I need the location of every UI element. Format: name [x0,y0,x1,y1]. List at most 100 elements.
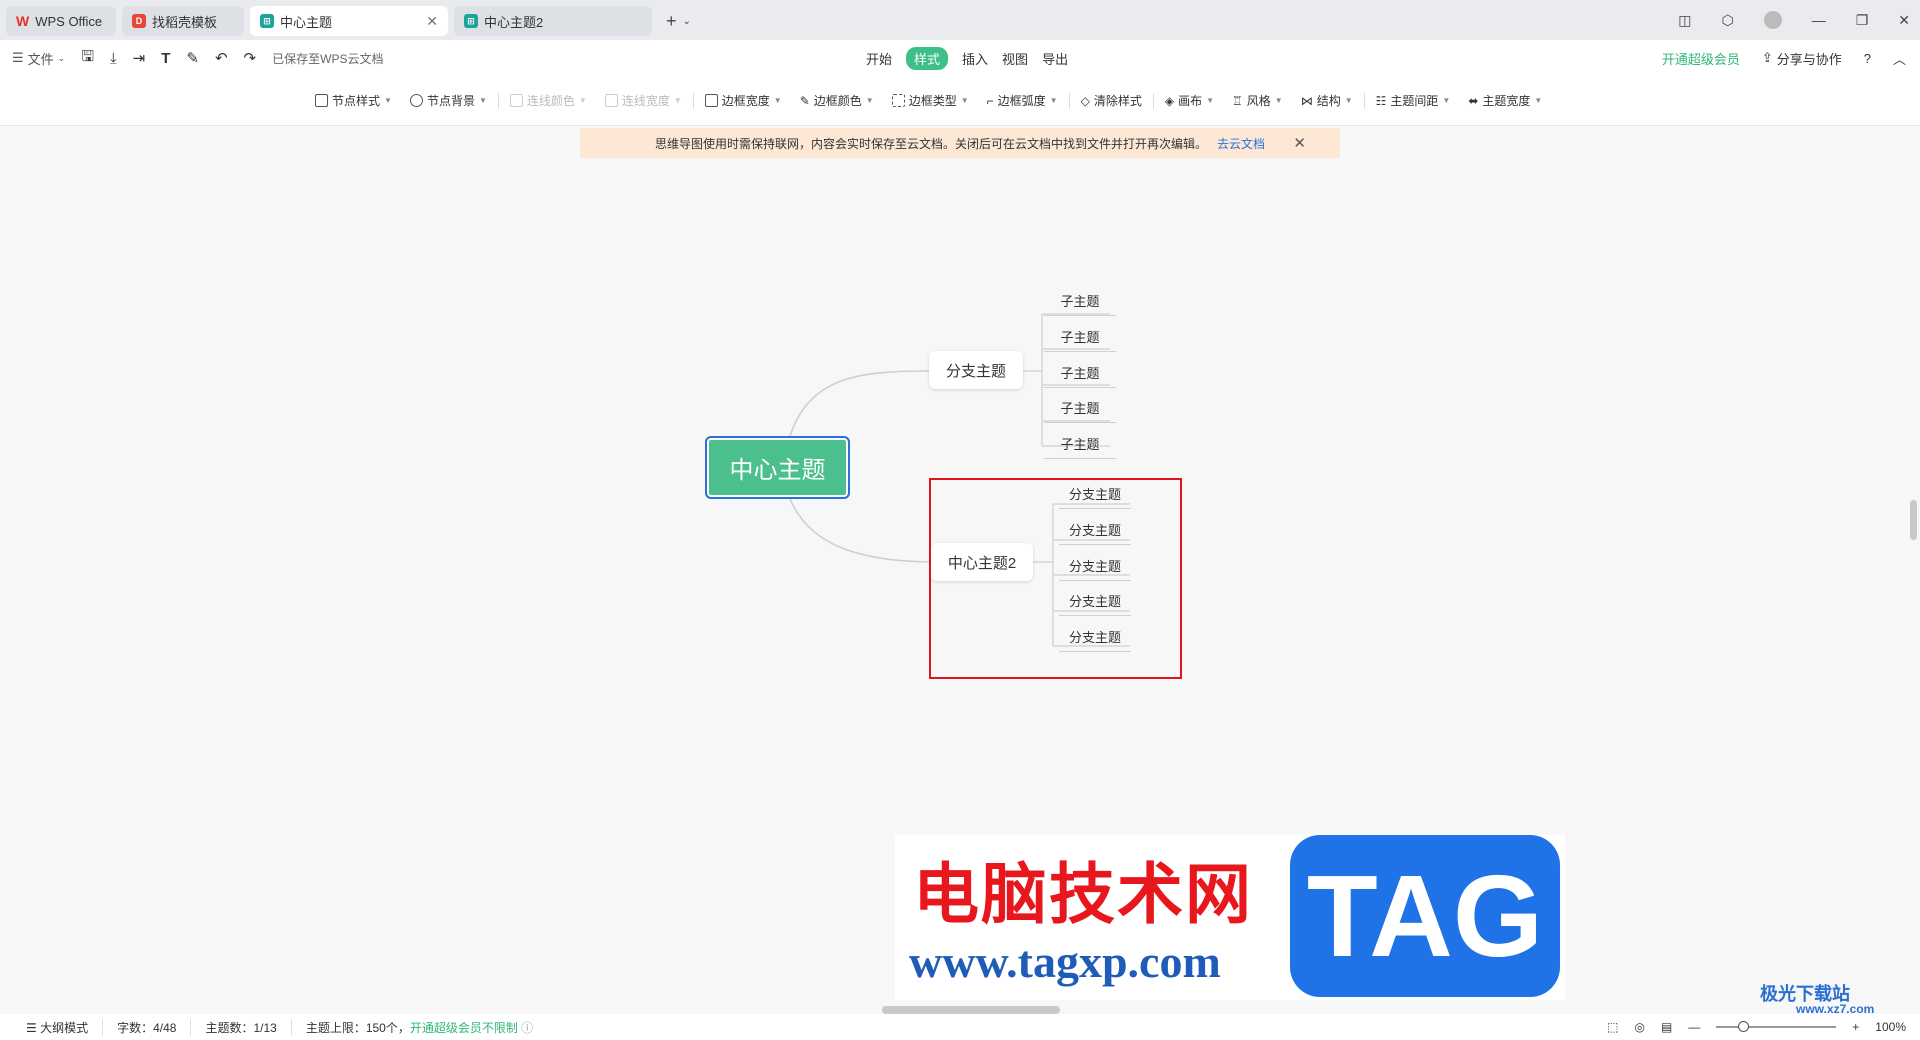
node-style-dropdown[interactable]: 节点样式 ▼ [306,92,401,109]
chevron-down-icon: ⌄ [57,52,66,63]
zoom-slider-knob[interactable] [1738,1021,1750,1032]
zoom-in-icon[interactable]: + [1852,1020,1859,1034]
topic-spacing-label: 主题间距 [1390,94,1439,108]
layout-icon[interactable]: ◫ [1678,12,1691,29]
locate-icon[interactable]: ◎ [1634,1020,1644,1034]
minimize-icon[interactable]: — [1812,12,1826,28]
status-bar: ☰ 大纲模式 字数：4/48 主题数：1/13 主题上限：150个，开通超级会员… [0,1014,1920,1040]
topic-spacing-dropdown[interactable]: ☷ 主题间距 ▼ [1367,92,1460,109]
close-window-icon[interactable]: ✕ [1898,12,1910,29]
tab-view[interactable]: 视图 [1002,49,1028,68]
close-icon[interactable]: ✕ [426,13,438,30]
border-width-icon [704,94,718,107]
share-button[interactable]: ⇪ 分享与协作 [1762,49,1842,68]
new-tab-button[interactable]: + ⌄ [666,6,691,36]
vertical-scrollbar[interactable] [1910,500,1917,540]
zoom-slider[interactable] [1716,1021,1837,1032]
border-width-dropdown[interactable]: 边框宽度 ▼ [696,92,791,109]
tab-docer-templates[interactable]: D 找稻壳模板 [122,6,244,36]
cube-icon[interactable]: ⬡ [1721,12,1733,29]
share-label: 分享与协作 [1776,51,1842,67]
tab-start[interactable]: 开始 [866,49,892,68]
caret-icon: ▼ [673,96,682,105]
structure-dropdown[interactable]: ⋈ 结构 ▼ [1292,92,1362,109]
line-color-dropdown[interactable]: 连线颜色 ▼ [501,92,596,109]
format-painter-icon[interactable]: T [161,50,170,67]
node-style-icon [315,94,328,107]
export-icon[interactable]: ⇥ [133,49,146,67]
select-icon[interactable]: ⬚ [1607,1020,1618,1034]
branch-topic-node[interactable]: 分支主题 [929,351,1023,389]
undo-icon[interactable]: ↶ [215,49,228,67]
line-width-dropdown[interactable]: 连线宽度 ▼ [596,92,691,109]
node-background-dropdown[interactable]: 节点背景 ▼ [401,92,496,109]
theme-style-dropdown[interactable]: ♖ 风格 ▼ [1223,92,1292,109]
subtopic-node[interactable]: 子主题 [1044,434,1116,459]
tab-central-topic-2[interactable]: ⊞ 中心主题2 [454,6,652,36]
canvas-dropdown[interactable]: ◈ 画布 ▼ [1156,92,1223,109]
tab-central-topic[interactable]: ⊞ 中心主题 ✕ [250,6,448,36]
notice-text: 思维导图使用时需保持联网，内容会实时保存至云文档。关闭后可在云文档中找到文件并打… [654,136,1207,151]
clear-style-button[interactable]: ◇ 清除样式 [1072,92,1151,109]
topic-width-dropdown[interactable]: ⬌ 主题宽度 ▼ [1459,92,1551,109]
tab-label: WPS Office [35,13,103,29]
watermark-logo: 电脑技术网 www.tagxp.com TAG [895,835,1565,1000]
watermark-tag: TAG [1290,835,1560,997]
cloud-notice-banner: 思维导图使用时需保持联网，内容会实时保存至云文档。关闭后可在云文档中找到文件并打… [580,128,1340,158]
tab-label: 中心主题2 [484,14,544,30]
help-icon[interactable]: ? [1864,51,1871,66]
caret-icon: ▼ [478,96,487,105]
caret-icon: ▼ [1344,96,1353,105]
download-icon[interactable]: ⤓ [110,50,117,67]
avatar[interactable] [1763,11,1782,29]
border-type-dropdown[interactable]: 边框类型 ▼ [883,92,978,109]
tab-wps-office[interactable]: W WPS Office [6,6,116,36]
corner-icon: ⌐ [986,93,994,108]
border-color-label: 边框颜色 [813,94,862,108]
topic-limit-label: 主题上限：150个， [305,1020,410,1035]
outline-mode-label: 大纲模式 [40,1020,89,1035]
divider [692,92,694,109]
outline-mode-button[interactable]: ☰ 大纲模式 [12,1018,104,1036]
menu-bar: ☰ 文件 ⌄ 🖫 ⤓ ⇥ T ✎ ↶ ↷ 已保存至WPS云文档 开始 样式 插入… [0,40,1920,76]
structure-label: 结构 [1316,94,1341,108]
save-icon[interactable]: 🖫 [81,46,94,71]
border-color-dropdown[interactable]: ✎ 边框颜色 ▼ [791,92,883,109]
tab-export[interactable]: 导出 [1042,49,1068,68]
canvas-label: 画布 [1178,94,1203,108]
close-icon[interactable]: ✕ [1293,134,1306,152]
structure-icon: ⋈ [1300,93,1313,108]
border-radius-label: 边框弧度 [997,94,1046,108]
red-highlight-box [929,478,1182,679]
subtopic-node[interactable]: 子主题 [1044,291,1116,316]
border-radius-dropdown[interactable]: ⌐ 边框弧度 ▼ [978,92,1067,109]
fill-icon [409,94,423,107]
redo-icon[interactable]: ↷ [244,49,257,67]
subtopic-node[interactable]: 子主题 [1044,363,1116,388]
list-icon: ☰ [26,1020,41,1035]
tab-style[interactable]: 样式 [906,46,949,70]
node-style-label: 节点样式 [332,94,381,108]
map-icon[interactable]: ▤ [1661,1020,1672,1034]
subtopic-node[interactable]: 子主题 [1044,327,1116,352]
horizontal-scrollbar[interactable] [882,1006,1060,1014]
caret-icon: ▼ [1206,96,1214,105]
file-menu-button[interactable]: ☰ 文件 ⌄ [12,49,65,68]
central-topic-node[interactable]: 中心主题 [705,436,850,499]
plus-icon: + [666,10,677,31]
ribbon-tabs: 开始 样式 插入 视图 导出 [866,40,1068,76]
subtopic-node[interactable]: 子主题 [1044,398,1116,423]
zoom-out-icon[interactable]: — [1688,1020,1700,1034]
caret-icon: ▼ [578,96,587,105]
vip-link[interactable]: 开通超级会员 [1662,49,1740,68]
border-type-label: 边框类型 [908,94,957,108]
tab-insert[interactable]: 插入 [962,49,988,68]
restore-icon[interactable]: ❐ [1856,12,1869,29]
vip-unlimited-link[interactable]: 开通超级会员不限制 [410,1021,518,1035]
watermark-red-text: 电脑技术网 [913,855,1253,933]
collapse-icon[interactable]: ︿ [1893,49,1906,68]
pen-icon[interactable]: ✎ [186,49,199,67]
wps-logo-icon: W [16,13,30,29]
go-cloud-docs-link[interactable]: 去云文档 [1217,135,1265,152]
watermark-url: www.tagxp.com [909,936,1221,987]
